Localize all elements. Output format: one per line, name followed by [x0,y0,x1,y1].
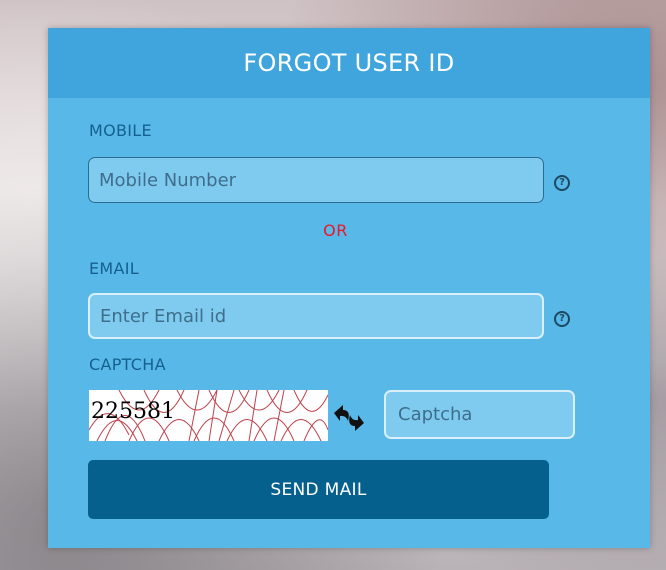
question-circle-icon[interactable]: ? [554,311,570,327]
panel-header: FORGOT USER ID [48,28,650,98]
refresh-arrows-icon[interactable] [331,403,367,433]
captcha-label: CAPTCHA [89,355,166,374]
mobile-number-input[interactable] [88,157,544,203]
email-label: EMAIL [89,259,139,278]
captcha-code: 225581 [91,399,175,424]
mobile-label: MOBILE [89,121,152,140]
send-mail-button[interactable]: SEND MAIL [88,460,549,519]
question-circle-icon[interactable]: ? [554,175,570,191]
captcha-image: 225581 [89,390,328,441]
or-separator: OR [323,221,348,240]
panel-title: FORGOT USER ID [243,49,455,77]
captcha-input[interactable] [384,390,575,439]
forgot-user-id-panel: FORGOT USER ID MOBILE ? OR EMAIL ? CAPTC… [48,28,650,548]
email-input[interactable] [88,293,544,339]
